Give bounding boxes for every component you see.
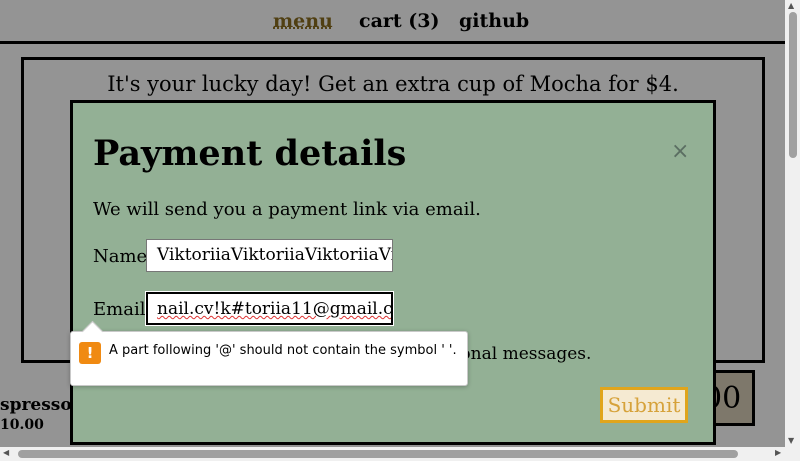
close-icon[interactable]: ×	[671, 139, 689, 164]
modal-description: We will send you a payment link via emai…	[93, 199, 481, 220]
name-label: Name	[93, 246, 148, 267]
scroll-up-icon[interactable]: ▲	[788, 1, 794, 10]
validation-message: A part following '@' should not contain …	[109, 343, 457, 358]
validation-tooltip: ! A part following '@' should not contai…	[70, 331, 468, 386]
scroll-down-icon[interactable]: ▼	[788, 436, 794, 445]
submit-button[interactable]: Submit	[600, 387, 688, 423]
optin-label: ional messages.	[455, 344, 592, 364]
email-label: Email	[93, 299, 146, 320]
scroll-right-icon[interactable]: ▶	[775, 448, 781, 457]
name-field[interactable]: ViktoriiaViktoriiaViktoriiaVikt	[146, 239, 393, 272]
vertical-scrollbar[interactable]: ▲ ▼	[785, 0, 800, 447]
email-field[interactable]: nail.cv!k#toriia11@gmail.com	[145, 291, 394, 326]
name-field-value: ViktoriiaViktoriiaViktoriiaVikt	[157, 245, 393, 265]
warning-icon: !	[79, 342, 101, 364]
horizontal-scroll-thumb[interactable]	[18, 450, 738, 458]
payment-modal: Payment details × We will send you a pay…	[70, 100, 716, 445]
email-field-value: nail.cv!k#toriia11@gmail.com	[157, 299, 393, 319]
vertical-scroll-thumb[interactable]	[789, 12, 797, 158]
scroll-left-icon[interactable]: ◀	[3, 448, 9, 457]
modal-title: Payment details	[93, 133, 407, 174]
horizontal-scrollbar[interactable]: ◀ ▶	[0, 447, 800, 461]
